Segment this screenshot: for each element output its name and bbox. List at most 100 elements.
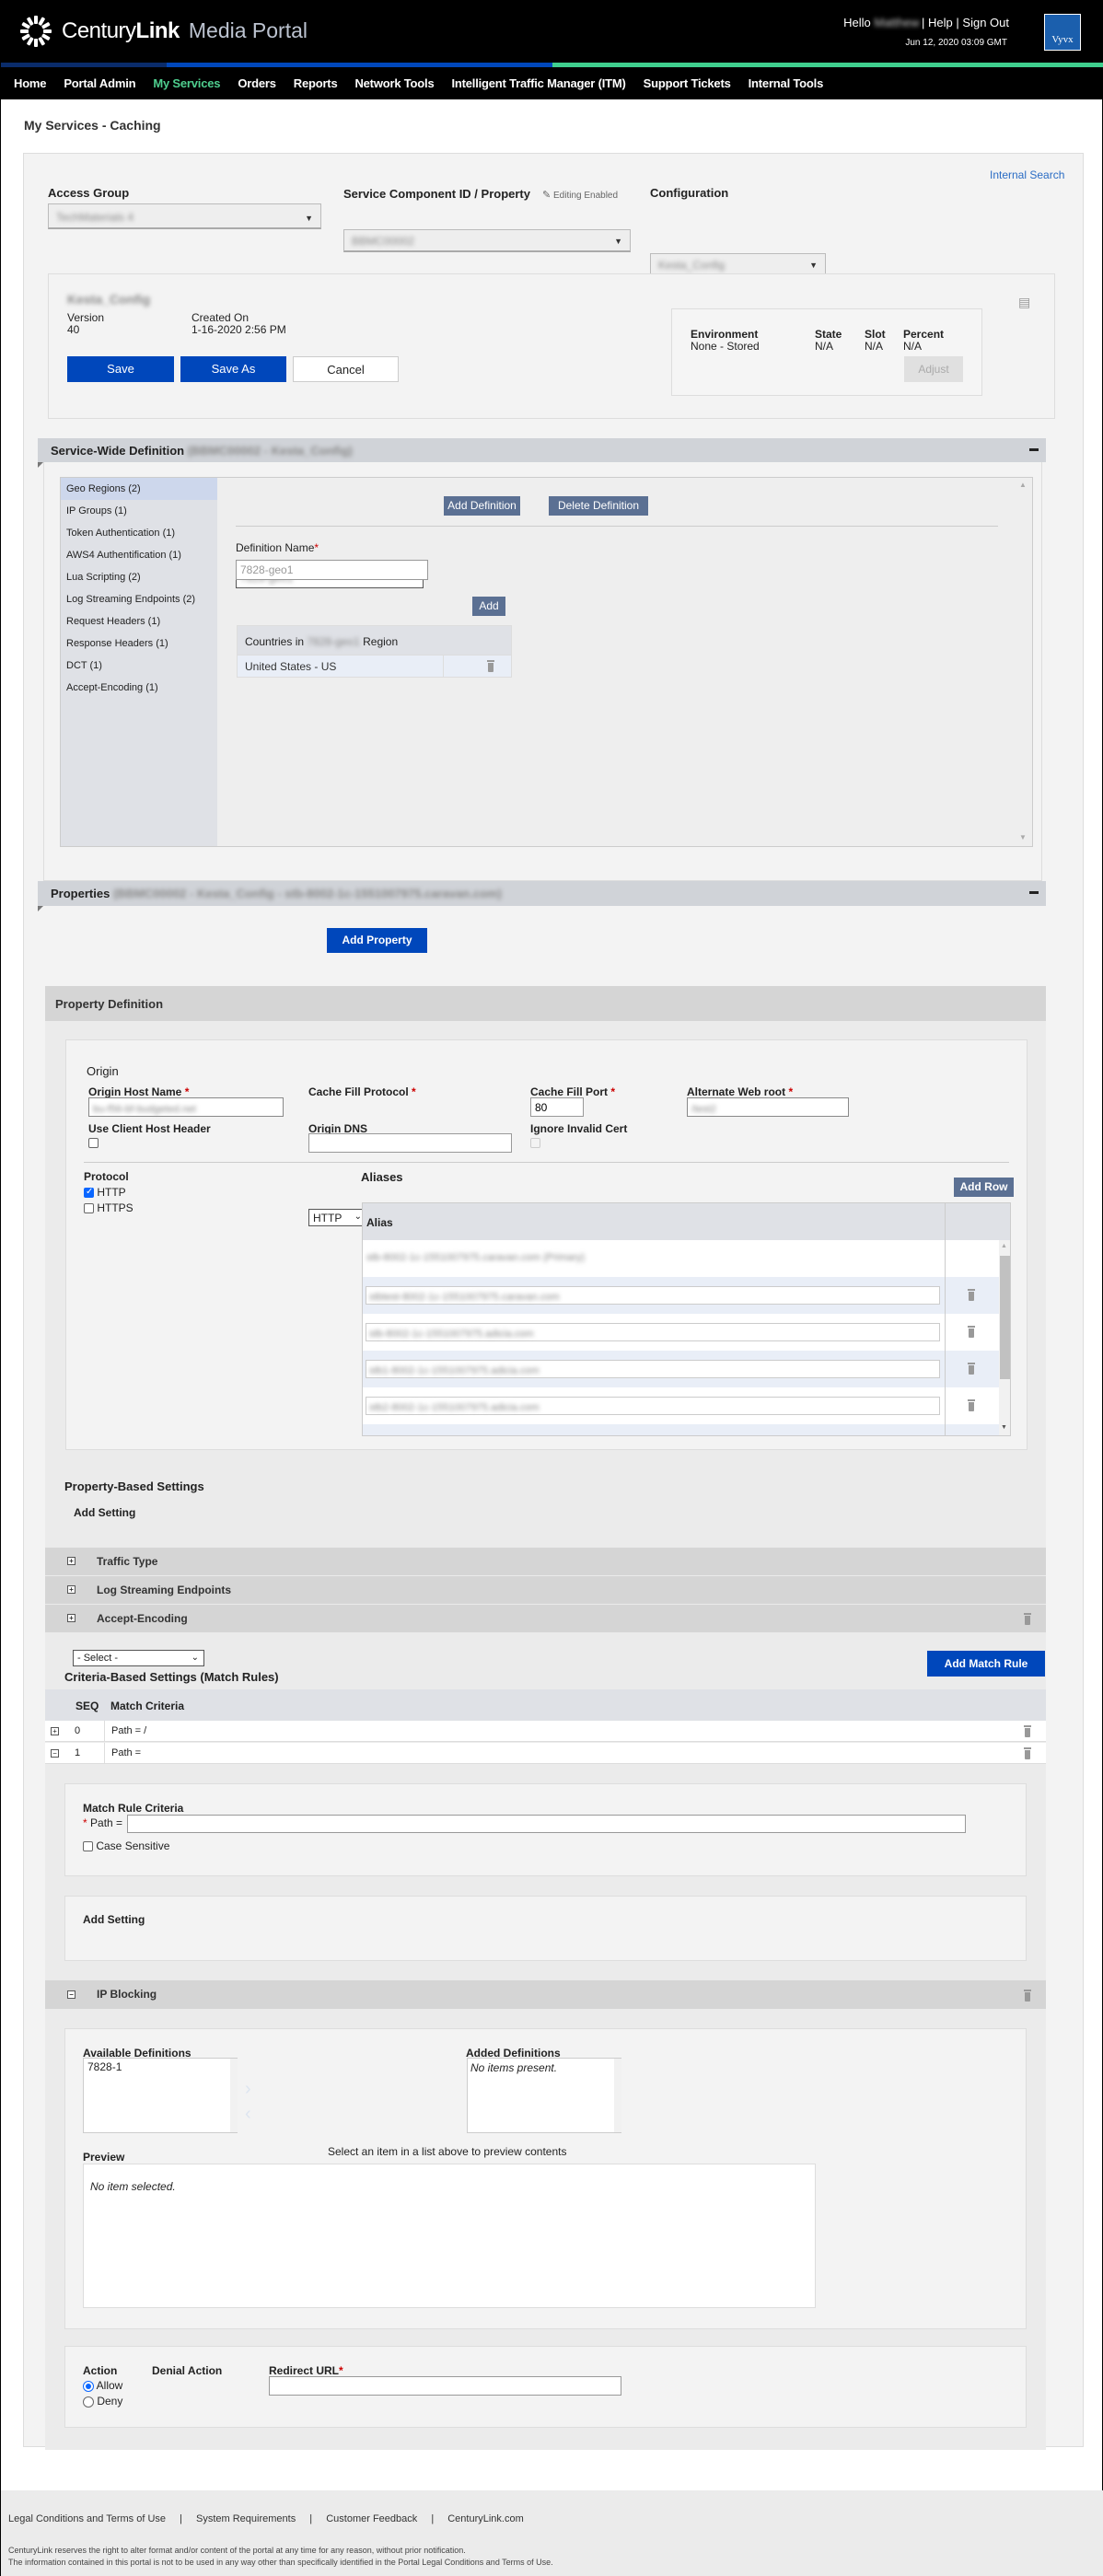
- menu-dct[interactable]: DCT (1): [61, 655, 217, 677]
- nav-portal-admin[interactable]: Portal Admin: [64, 76, 135, 90]
- add-row-button[interactable]: Add Row: [954, 1178, 1014, 1197]
- internal-search-link[interactable]: Internal Search: [990, 168, 1064, 181]
- action-deny-option[interactable]: Deny: [83, 2395, 122, 2408]
- menu-geo-regions[interactable]: Geo Regions (2): [61, 478, 217, 500]
- scroll-down-icon[interactable]: ▼: [1001, 1424, 1007, 1431]
- trash-icon[interactable]: [1023, 1613, 1032, 1625]
- http-checkbox[interactable]: [84, 1187, 94, 1199]
- brand[interactable]: CenturyLink Media Portal: [62, 18, 308, 44]
- collapse-icon[interactable]: [1029, 891, 1039, 894]
- collapse-icon[interactable]: −: [51, 1749, 59, 1758]
- property-setting-row[interactable]: + Log Streaming Endpoints: [45, 1576, 1046, 1604]
- add-definition-button[interactable]: Add Definition: [444, 496, 520, 516]
- nav-internal-tools[interactable]: Internal Tools: [749, 76, 824, 90]
- trash-icon[interactable]: [967, 1326, 976, 1338]
- nav-orders[interactable]: Orders: [238, 76, 276, 90]
- available-definition-item[interactable]: 7828-1: [87, 2060, 122, 2073]
- match-rule-row[interactable]: − 1 Path =: [45, 1743, 1046, 1764]
- nav-network-tools[interactable]: Network Tools: [354, 76, 434, 90]
- cancel-button[interactable]: Cancel: [293, 356, 399, 382]
- https-checkbox[interactable]: [84, 1203, 94, 1214]
- service-wide-header[interactable]: Service-Wide Definition (BBMC00002 - Kes…: [38, 438, 1046, 462]
- origin-host-input[interactable]: bu-f56-bf-budgeted.net: [88, 1097, 284, 1117]
- definition-name-input[interactable]: [236, 560, 428, 580]
- trash-icon[interactable]: [967, 1363, 976, 1375]
- move-left-icon[interactable]: ‹: [245, 2104, 251, 2125]
- trash-icon[interactable]: [1023, 1725, 1032, 1737]
- expand-icon[interactable]: +: [51, 1727, 59, 1735]
- nav-support-tickets[interactable]: Support Tickets: [644, 76, 731, 90]
- menu-token-auth[interactable]: Token Authentication (1): [61, 522, 217, 544]
- menu-aws4-auth[interactable]: AWS4 Authentification (1): [61, 544, 217, 566]
- save-as-button[interactable]: Save As: [180, 356, 286, 382]
- centurylink-link[interactable]: CenturyLink.com: [447, 2513, 524, 2524]
- trash-icon[interactable]: [486, 660, 495, 672]
- alias-input[interactable]: stb1-8002-1c-1551007975.adicia.com: [366, 1360, 940, 1378]
- nav-home[interactable]: Home: [14, 76, 47, 90]
- add-country-button[interactable]: Add: [472, 597, 505, 616]
- available-definitions-list[interactable]: 7828-1: [83, 2058, 238, 2133]
- origin-dns-input[interactable]: [308, 1133, 512, 1153]
- ip-blocking-header[interactable]: − IP Blocking: [45, 1980, 1046, 2009]
- delete-definition-button[interactable]: Delete Definition: [549, 496, 648, 516]
- customer-feedback-link[interactable]: Customer Feedback: [326, 2513, 417, 2524]
- nav-itm[interactable]: Intelligent Traffic Manager (ITM): [451, 76, 625, 90]
- adjust-button[interactable]: Adjust: [904, 356, 963, 382]
- scroll-up-icon[interactable]: ▲: [1019, 481, 1027, 489]
- use-client-host-checkbox[interactable]: [88, 1138, 99, 1148]
- access-group-select[interactable]: TechMaterials 4 ▼: [48, 203, 321, 229]
- service-component-select[interactable]: BBMC00002 ▼: [343, 229, 631, 252]
- add-property-button[interactable]: Add Property: [327, 928, 427, 953]
- cache-fill-port-input[interactable]: [530, 1097, 584, 1117]
- trash-icon[interactable]: [1023, 1990, 1032, 2002]
- menu-response-headers[interactable]: Response Headers (1): [61, 632, 217, 655]
- ignore-invalid-cert-checkbox[interactable]: [530, 1138, 540, 1148]
- cache-fill-protocol-select[interactable]: HTTP ⌄: [308, 1209, 367, 1226]
- property-setting-row[interactable]: + Accept-Encoding: [45, 1605, 1046, 1632]
- path-input[interactable]: [127, 1815, 966, 1833]
- expand-icon[interactable]: +: [67, 1614, 75, 1622]
- expand-icon[interactable]: +: [67, 1557, 75, 1565]
- add-match-rule-button[interactable]: Add Match Rule: [927, 1651, 1045, 1677]
- save-button[interactable]: Save: [67, 356, 174, 382]
- history-icon[interactable]: ▤: [1018, 295, 1033, 309]
- alternate-webroot-input[interactable]: /test2: [687, 1097, 849, 1117]
- scrollbar[interactable]: [230, 2059, 238, 2132]
- redirect-url-input[interactable]: [269, 2376, 621, 2396]
- legal-link[interactable]: Legal Conditions and Terms of Use: [8, 2513, 166, 2524]
- alias-input[interactable]: stbtest-8002-1c-1551007975.caravan.com: [366, 1286, 940, 1305]
- trash-icon[interactable]: [1023, 1747, 1032, 1759]
- alias-input[interactable]: stb2-8002-1c-1551007975.adicia.com: [366, 1397, 940, 1415]
- scroll-down-icon[interactable]: ▼: [1019, 833, 1027, 841]
- expand-icon[interactable]: +: [67, 1585, 75, 1594]
- menu-request-headers[interactable]: Request Headers (1): [61, 610, 217, 632]
- action-allow-option[interactable]: Allow: [83, 2379, 122, 2392]
- scroll-up-icon[interactable]: ▲: [1001, 1243, 1007, 1249]
- help-link[interactable]: Help: [928, 16, 953, 29]
- property-setting-row[interactable]: + Traffic Type: [45, 1548, 1046, 1575]
- menu-log-streaming[interactable]: Log Streaming Endpoints (2): [61, 588, 217, 610]
- case-sensitive-checkbox[interactable]: [83, 1841, 93, 1852]
- nav-my-services[interactable]: My Services: [153, 76, 220, 90]
- scrollbar[interactable]: [614, 2059, 621, 2132]
- alias-input[interactable]: stb-8002-1c-1551007975.adicia.com: [366, 1323, 940, 1341]
- case-sensitive-option[interactable]: Case Sensitive: [83, 1839, 169, 1852]
- protocol-http-option[interactable]: HTTP: [84, 1186, 126, 1199]
- trash-icon[interactable]: [967, 1399, 976, 1411]
- menu-lua-scripting[interactable]: Lua Scripting (2): [61, 566, 217, 588]
- menu-ip-groups[interactable]: IP Groups (1): [61, 500, 217, 522]
- scroll-thumb[interactable]: [1000, 1256, 1010, 1379]
- trash-icon[interactable]: [967, 1289, 976, 1301]
- collapse-icon[interactable]: [1029, 448, 1039, 451]
- sign-out-link[interactable]: Sign Out: [962, 16, 1009, 29]
- properties-header[interactable]: Properties (BBMC00002 - Kesta_Config - s…: [38, 881, 1046, 906]
- move-right-icon[interactable]: ›: [245, 2079, 251, 2100]
- match-rule-row[interactable]: +0 Path = /: [45, 1721, 1046, 1742]
- system-requirements-link[interactable]: System Requirements: [196, 2513, 296, 2524]
- deny-radio[interactable]: [83, 2396, 94, 2408]
- menu-accept-encoding[interactable]: Accept-Encoding (1): [61, 677, 217, 699]
- protocol-https-option[interactable]: HTTPS: [84, 1201, 134, 1214]
- collapse-icon[interactable]: −: [67, 1990, 75, 1999]
- aliases-scrollbar[interactable]: ▲ ▼: [999, 1240, 1010, 1435]
- add-setting-select[interactable]: - Select - ⌄: [73, 1650, 204, 1666]
